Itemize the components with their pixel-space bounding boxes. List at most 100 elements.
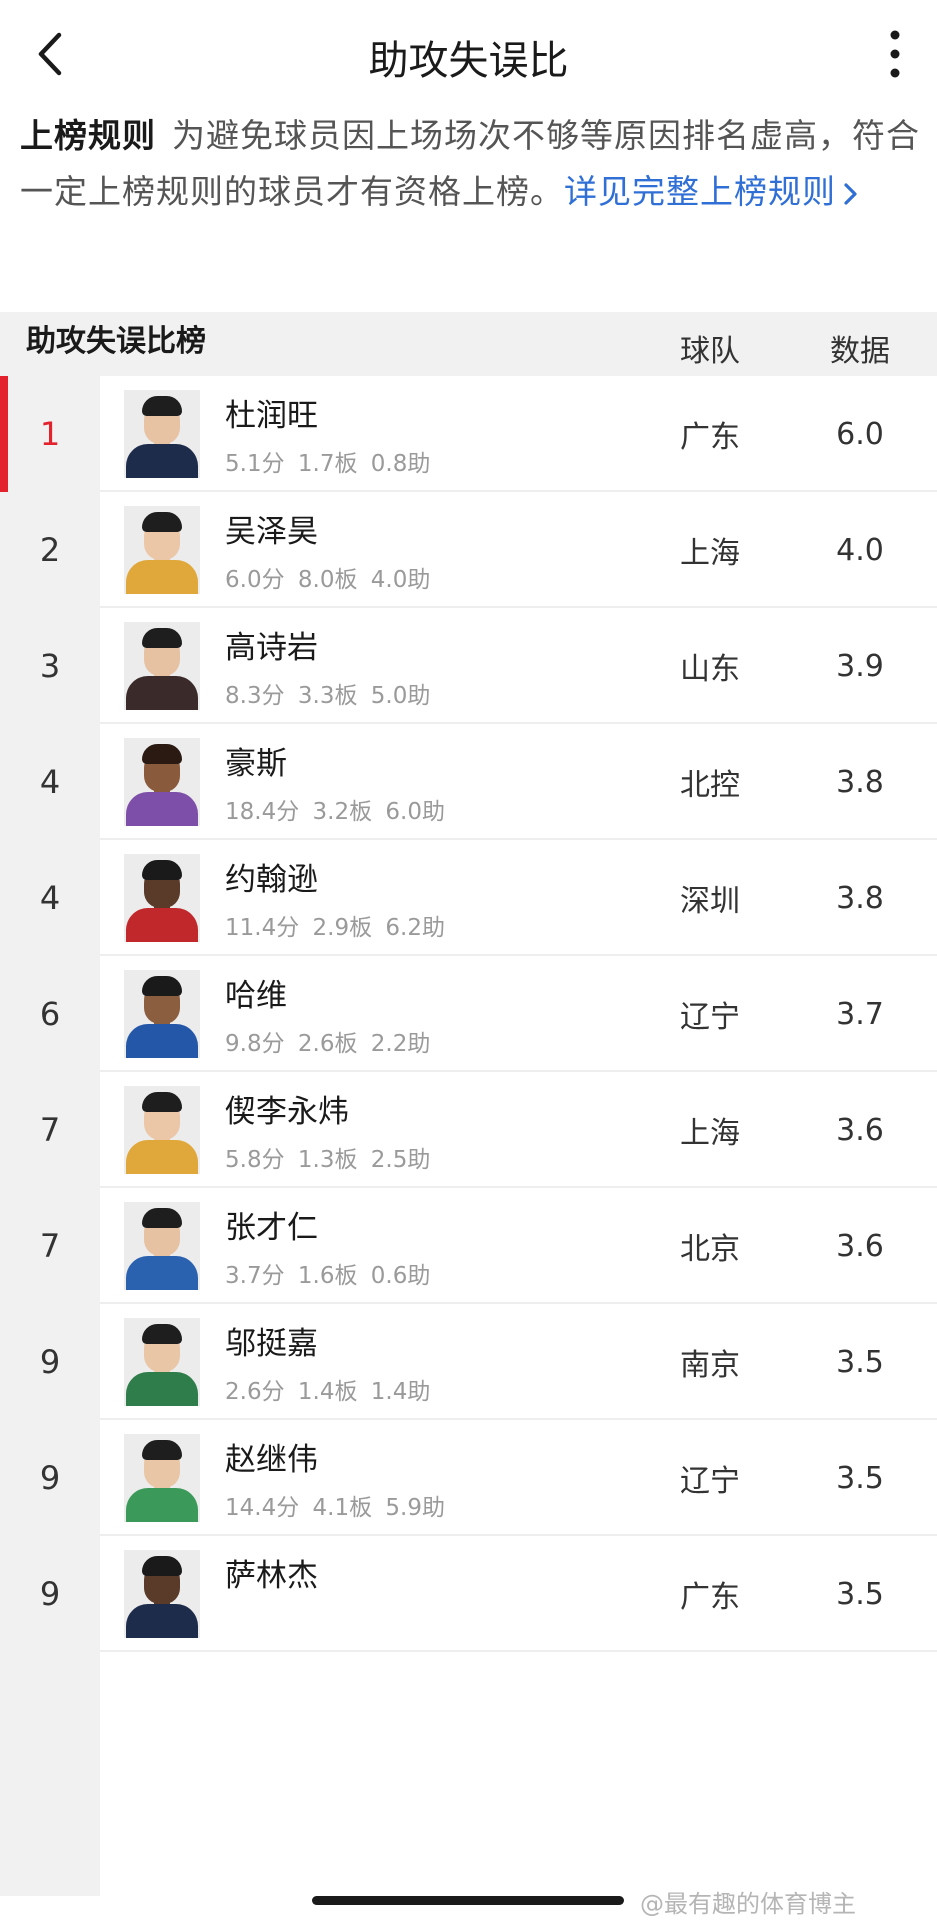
player-stats: 18.4分 3.2板 6.0助 bbox=[225, 799, 445, 825]
table-header: 助攻失误比榜 球队 数据 bbox=[0, 312, 937, 376]
player-stats: 3.7分 1.6板 0.6助 bbox=[225, 1263, 431, 1289]
avatar-hair bbox=[142, 512, 182, 532]
player-row[interactable]: 2 吴泽昊 6.0分 8.0板 4.0助 上海 4.0 bbox=[0, 492, 937, 608]
player-value: 3.5 bbox=[836, 1344, 884, 1380]
player-team: 北京 bbox=[680, 1232, 740, 1267]
player-avatar bbox=[124, 506, 200, 594]
avatar-jersey bbox=[126, 1256, 198, 1290]
player-card: 邬挺嘉 2.6分 1.4板 1.4助 南京 3.5 bbox=[100, 1304, 937, 1420]
player-name: 约翰逊 bbox=[225, 862, 318, 898]
avatar-hair bbox=[142, 1092, 182, 1112]
player-row[interactable]: 9 赵继伟 14.4分 4.1板 5.9助 辽宁 3.5 bbox=[0, 1420, 937, 1536]
avatar-hair bbox=[142, 1208, 182, 1228]
player-card: 哈维 9.8分 2.6板 2.2助 辽宁 3.7 bbox=[100, 956, 937, 1072]
player-value: 3.8 bbox=[836, 764, 884, 800]
player-row[interactable]: 3 高诗岩 8.3分 3.3板 5.0助 山东 3.9 bbox=[0, 608, 937, 724]
player-avatar bbox=[124, 390, 200, 478]
avatar-hair bbox=[142, 860, 182, 880]
player-row[interactable]: 4 豪斯 18.4分 3.2板 6.0助 北控 3.8 bbox=[0, 724, 937, 840]
avatar-jersey bbox=[126, 1140, 198, 1174]
player-team: 山东 bbox=[680, 652, 740, 687]
rank-number: 2 bbox=[39, 531, 61, 569]
player-stats: 14.4分 4.1板 5.9助 bbox=[225, 1495, 445, 1521]
player-row[interactable]: 7 张才仁 3.7分 1.6板 0.6助 北京 3.6 bbox=[0, 1188, 937, 1304]
rank-number: 1 bbox=[39, 415, 61, 453]
rank-number: 9 bbox=[39, 1343, 61, 1381]
avatar-jersey bbox=[126, 1372, 198, 1406]
player-value: 3.7 bbox=[836, 996, 884, 1032]
player-row[interactable]: 6 哈维 9.8分 2.6板 2.2助 辽宁 3.7 bbox=[0, 956, 937, 1072]
avatar-hair bbox=[142, 628, 182, 648]
avatar-hair bbox=[142, 1324, 182, 1344]
player-card: 高诗岩 8.3分 3.3板 5.0助 山东 3.9 bbox=[100, 608, 937, 724]
column-header-stat: 数据 bbox=[830, 334, 890, 369]
player-team: 广东 bbox=[680, 1580, 740, 1615]
player-value: 3.5 bbox=[836, 1460, 884, 1496]
player-card: 赵继伟 14.4分 4.1板 5.9助 辽宁 3.5 bbox=[100, 1420, 937, 1536]
player-team: 南京 bbox=[680, 1348, 740, 1383]
player-name: 邬挺嘉 bbox=[225, 1326, 318, 1362]
avatar-hair bbox=[142, 976, 182, 996]
rank-number: 7 bbox=[39, 1227, 61, 1265]
rank-number: 4 bbox=[39, 763, 61, 801]
avatar-jersey bbox=[126, 444, 198, 478]
table-title: 助攻失误比榜 bbox=[26, 324, 206, 359]
section-spacer bbox=[0, 276, 937, 312]
player-name: 偰李永炜 bbox=[225, 1094, 349, 1130]
rank-number: 4 bbox=[39, 879, 61, 917]
player-value: 3.6 bbox=[836, 1112, 884, 1148]
full-rules-link-label: 详见完整上榜规则 bbox=[564, 172, 836, 211]
player-card: 偰李永炜 5.8分 1.3板 2.5助 上海 3.6 bbox=[100, 1072, 937, 1188]
player-name: 哈维 bbox=[225, 978, 287, 1014]
player-row[interactable]: 7 偰李永炜 5.8分 1.3板 2.5助 上海 3.6 bbox=[0, 1072, 937, 1188]
top-bar: 助攻失误比 bbox=[0, 0, 937, 106]
player-stats: 5.8分 1.3板 2.5助 bbox=[225, 1147, 431, 1173]
player-row[interactable]: 9 萨林杰 广东 3.5 bbox=[0, 1536, 937, 1652]
player-row[interactable]: 1 杜润旺 5.1分 1.7板 0.8助 广东 6.0 bbox=[0, 376, 937, 492]
rank-number: 9 bbox=[39, 1459, 61, 1497]
avatar-jersey bbox=[126, 908, 198, 942]
player-avatar bbox=[124, 854, 200, 942]
player-avatar bbox=[124, 1086, 200, 1174]
player-name: 杜润旺 bbox=[225, 398, 318, 434]
full-rules-link[interactable]: 详见完整上榜规则 bbox=[564, 172, 858, 211]
more-options-button[interactable] bbox=[867, 24, 923, 84]
player-name: 赵继伟 bbox=[225, 1442, 318, 1478]
player-avatar bbox=[124, 622, 200, 710]
avatar-hair bbox=[142, 1440, 182, 1460]
player-team: 辽宁 bbox=[680, 1000, 740, 1035]
page-title: 助攻失误比 bbox=[368, 38, 569, 84]
player-card: 吴泽昊 6.0分 8.0板 4.0助 上海 4.0 bbox=[100, 492, 937, 608]
player-name: 萨林杰 bbox=[225, 1558, 318, 1594]
player-name: 吴泽昊 bbox=[225, 514, 318, 550]
player-avatar bbox=[124, 1318, 200, 1406]
avatar-hair bbox=[142, 396, 182, 416]
avatar-jersey bbox=[126, 676, 198, 710]
player-row[interactable]: 4 约翰逊 11.4分 2.9板 6.2助 深圳 3.8 bbox=[0, 840, 937, 956]
avatar-jersey bbox=[126, 1604, 198, 1638]
player-card: 约翰逊 11.4分 2.9板 6.2助 深圳 3.8 bbox=[100, 840, 937, 956]
player-card: 萨林杰 广东 3.5 bbox=[100, 1536, 937, 1652]
player-avatar bbox=[124, 1202, 200, 1290]
player-row[interactable]: 9 邬挺嘉 2.6分 1.4板 1.4助 南京 3.5 bbox=[0, 1304, 937, 1420]
player-stats: 5.1分 1.7板 0.8助 bbox=[225, 451, 431, 477]
home-indicator[interactable] bbox=[312, 1896, 624, 1905]
rank-number: 9 bbox=[39, 1575, 61, 1613]
ranking-rules: 上榜规则 为避免球员因上场场次不够等原因排名虚高，符合一定上榜规则的球员才有资格上… bbox=[20, 108, 920, 220]
player-name: 豪斯 bbox=[225, 746, 287, 782]
watermark: @最有趣的体育博主 bbox=[640, 1890, 856, 1918]
player-value: 6.0 bbox=[836, 416, 884, 452]
avatar-hair bbox=[142, 744, 182, 764]
avatar-jersey bbox=[126, 1024, 198, 1058]
top-rank-marker bbox=[0, 376, 8, 492]
player-avatar bbox=[124, 1550, 200, 1638]
player-card: 张才仁 3.7分 1.6板 0.6助 北京 3.6 bbox=[100, 1188, 937, 1304]
player-stats: 8.3分 3.3板 5.0助 bbox=[225, 683, 431, 709]
rank-number: 7 bbox=[39, 1111, 61, 1149]
player-avatar bbox=[124, 970, 200, 1058]
player-value: 3.5 bbox=[836, 1576, 884, 1612]
player-name: 张才仁 bbox=[225, 1210, 318, 1246]
player-team: 深圳 bbox=[680, 884, 740, 919]
player-value: 3.8 bbox=[836, 880, 884, 916]
player-stats: 2.6分 1.4板 1.4助 bbox=[225, 1379, 431, 1405]
